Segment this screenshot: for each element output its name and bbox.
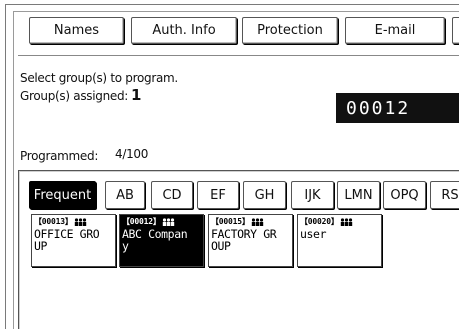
group-icon [340, 217, 353, 226]
tab-separator [18, 55, 459, 56]
entry-name-line1: user [300, 227, 327, 241]
group-tab-cd[interactable]: CD [151, 181, 193, 209]
destination-entry[interactable]: 【00013】 OFFICE GRO UP [31, 214, 116, 267]
instruction-text: Select group(s) to program. [20, 71, 178, 85]
entry-name-line2: UP [34, 239, 48, 253]
destination-entry-selected[interactable]: 【00012】 ABC Compan y [119, 214, 204, 267]
entry-number: 【00015】 [211, 217, 250, 226]
destination-entry[interactable]: 【00015】 FACTORY GR OUP [208, 214, 293, 267]
entry-name-line1: ABC Compan [122, 227, 188, 241]
group-tab-ef[interactable]: EF [197, 181, 239, 209]
programmed-count: 4/100 [115, 147, 149, 161]
tab-more[interactable] [452, 17, 459, 44]
entry-number: 【00020】 [300, 217, 339, 226]
group-tab-rs[interactable]: RS [430, 181, 459, 209]
entry-name-line2: OUP [211, 239, 231, 253]
group-tab-frequent[interactable]: Frequent [29, 181, 96, 209]
group-tab-ab[interactable]: AB [105, 181, 145, 209]
group-icon [162, 217, 175, 226]
entry-name-line2: y [122, 239, 129, 253]
group-tab-ijk[interactable]: IJK [291, 181, 334, 209]
group-tab-gh[interactable]: GH [243, 181, 286, 209]
destination-entry[interactable]: 【00020】 user [297, 214, 382, 267]
groups-assigned-count: 1 [131, 86, 142, 104]
tab-protection[interactable]: Protection [242, 17, 338, 44]
group-icon [74, 217, 87, 226]
tab-auth-info[interactable]: Auth. Info [131, 17, 237, 44]
tab-names[interactable]: Names [29, 17, 124, 44]
programmed-label: Programmed: [20, 149, 99, 163]
registration-number-display: 00012 [336, 93, 459, 123]
groups-assigned-label: Group(s) assigned: [20, 89, 129, 103]
group-tab-lmn[interactable]: LMN [337, 181, 380, 209]
group-icon [251, 217, 264, 226]
entry-number: 【00013】 [34, 217, 73, 226]
groups-assigned: Group(s) assigned: 1 [20, 86, 142, 104]
entry-number: 【00012】 [122, 217, 161, 226]
group-tab-opq[interactable]: OPQ [383, 181, 426, 209]
tab-email[interactable]: E-mail [345, 17, 445, 44]
